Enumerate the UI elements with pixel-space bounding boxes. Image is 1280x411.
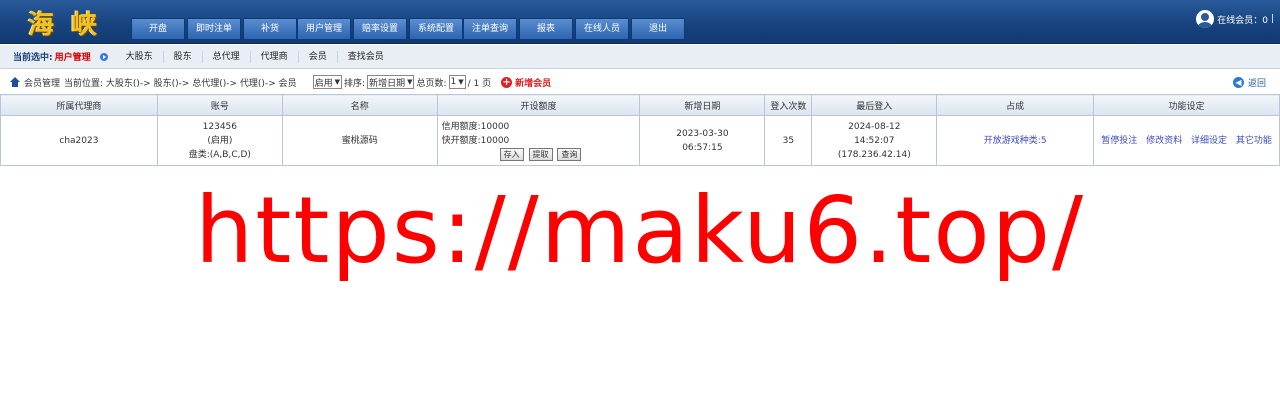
subnav-shareholder[interactable]: 股东 (164, 50, 203, 63)
breadcrumb: 当前位置: 大股东()-> 股东()-> 总代理()-> 代理()-> 会员 (64, 78, 297, 89)
quick-line: 快开额度:10000 (441, 135, 510, 146)
user-icon (1196, 10, 1215, 28)
functions-cell: 暂停投注 修改资料 详细设定 其它功能 (1093, 115, 1280, 166)
last-login-date: 2024-08-12 (848, 121, 901, 132)
withdraw-button[interactable]: 提取 (528, 147, 553, 161)
account-category: 盘类:(A,B,C,D) (188, 149, 251, 160)
subnav-general-agent[interactable]: 总代理 (203, 50, 251, 63)
top-header: 海 峡 开盘 即时注单 补货 用户管理 赔率设置 系统配置 注单查询 报表 在线… (0, 0, 1280, 44)
back-arrow-icon: ◀ (1232, 77, 1244, 88)
col-account: 账号 (156, 94, 283, 116)
login-count-cell: 35 (764, 115, 813, 166)
other-functions-link[interactable]: 其它功能 (1236, 136, 1272, 146)
members-table: 所属代理商 账号 名称 开设额度 新增日期 登入次数 最后登入 占成 功能设定 … (0, 94, 1280, 166)
account-id: 123456 (202, 121, 237, 132)
sub-navigation: 当前选中: 用户管理 大股东 股东 总代理 代理商 会员 查找会员 (0, 45, 1280, 69)
query-button[interactable]: 查询 (557, 147, 582, 161)
subnav-major-shareholder[interactable]: 大股东 (116, 50, 164, 63)
nav-live-bets[interactable]: 即时注单 (187, 18, 241, 40)
credit-line: 信用额度:10000 (441, 121, 510, 132)
pages-total: / 1 页 (467, 78, 492, 89)
last-login-ip: (178.236.42.14) (837, 149, 911, 160)
nav-online-users[interactable]: 在线人员 (575, 18, 629, 40)
play-icon (99, 52, 108, 61)
detail-settings-link[interactable]: 详细设定 (1191, 136, 1227, 146)
credit-actions: 存入 提取 查询 (442, 147, 640, 162)
credit-cell: 信用额度:10000 快开额度:10000 存入 提取 查询 (436, 115, 641, 166)
added-time: 06:57:15 (682, 142, 723, 153)
current-selection-value: 用户管理 (54, 53, 91, 63)
logo: 海 峡 (28, 10, 102, 40)
nav-logout[interactable]: 退出 (631, 18, 685, 40)
col-last-login: 最后登入 (811, 94, 938, 116)
col-agent: 所属代理商 (0, 94, 158, 116)
game-types-link[interactable]: 开放游戏种类:5 (984, 136, 1047, 146)
edit-profile-link[interactable]: 修改资料 (1146, 136, 1182, 146)
deposit-button[interactable]: 存入 (499, 147, 524, 161)
sort-select-value: 新增日期 (369, 78, 406, 89)
table-header-row: 所属代理商 账号 名称 开设额度 新增日期 登入次数 最后登入 占成 功能设定 (0, 94, 1280, 116)
home-icon (10, 77, 20, 87)
subnav-member[interactable]: 会员 (299, 50, 338, 63)
col-share: 占成 (936, 94, 1095, 116)
chevron-down-icon: ▼ (334, 78, 341, 86)
nav-user-management[interactable]: 用户管理 (297, 18, 351, 40)
current-selection-label: 当前选中: (13, 53, 53, 63)
suspend-betting-link[interactable]: 暂停投注 (1101, 136, 1137, 146)
online-separator: | (1270, 14, 1274, 24)
chevron-down-icon: ▼ (458, 78, 464, 86)
subnav-find-member[interactable]: 查找会员 (338, 51, 394, 63)
plus-icon: + (501, 76, 513, 88)
pages-label: 总页数: (416, 78, 447, 89)
nav-bet-query[interactable]: 注单查询 (463, 18, 517, 40)
col-added-date: 新增日期 (639, 94, 766, 116)
status-select[interactable]: 启用 ▼ (312, 75, 343, 89)
nav-restock[interactable]: 补货 (243, 18, 297, 40)
watermark-url: https://maku6.top/ (194, 177, 1086, 284)
status-select-value: 启用 (314, 78, 333, 89)
nav-reports[interactable]: 报表 (519, 18, 573, 40)
name-cell: 蜜桃源码 (281, 115, 438, 166)
col-credit: 开设额度 (436, 94, 641, 116)
added-date-cell: 2023-03-30 06:57:15 (639, 115, 766, 166)
toolbar: 会员管理 当前位置: 大股东()-> 股东()-> 总代理()-> 代理()->… (0, 70, 1280, 94)
table-row: cha2023 123456 (启用) 盘类:(A,B,C,D) 蜜桃源码 信用… (0, 115, 1280, 166)
last-login-time: 14:52:07 (854, 135, 895, 146)
back-label: 返回 (1247, 79, 1266, 89)
back-button[interactable]: ◀ 返回 (1232, 76, 1266, 89)
nav-open-market[interactable]: 开盘 (131, 18, 185, 40)
nav-system-config[interactable]: 系统配置 (409, 18, 463, 40)
sort-label: 排序: (344, 78, 366, 89)
col-name: 名称 (281, 94, 438, 116)
subnav-agent[interactable]: 代理商 (251, 50, 299, 63)
col-login-count: 登入次数 (764, 94, 813, 116)
last-login-cell: 2024-08-12 14:52:07 (178.236.42.14) (811, 115, 938, 166)
share-cell: 开放游戏种类:5 (936, 115, 1095, 166)
online-count: 在线会员：0 (1217, 15, 1268, 26)
nav-odds-settings[interactable]: 赔率设置 (353, 18, 407, 40)
add-member-button[interactable]: 新增会员 (515, 76, 551, 89)
added-date: 2023-03-30 (676, 128, 729, 139)
account-status: (启用) (207, 135, 233, 146)
online-members: 在线会员：0 | (1196, 10, 1274, 28)
chevron-down-icon: ▼ (407, 78, 413, 86)
page-select[interactable]: 1 ▼ (448, 75, 466, 89)
col-functions: 功能设定 (1093, 94, 1280, 116)
sort-select[interactable]: 新增日期 ▼ (367, 75, 415, 89)
agent-cell: cha2023 (0, 115, 158, 166)
page-select-value: 1 (450, 77, 457, 87)
page-title: 会员管理 (24, 78, 61, 89)
account-cell: 123456 (启用) 盘类:(A,B,C,D) (156, 115, 283, 166)
